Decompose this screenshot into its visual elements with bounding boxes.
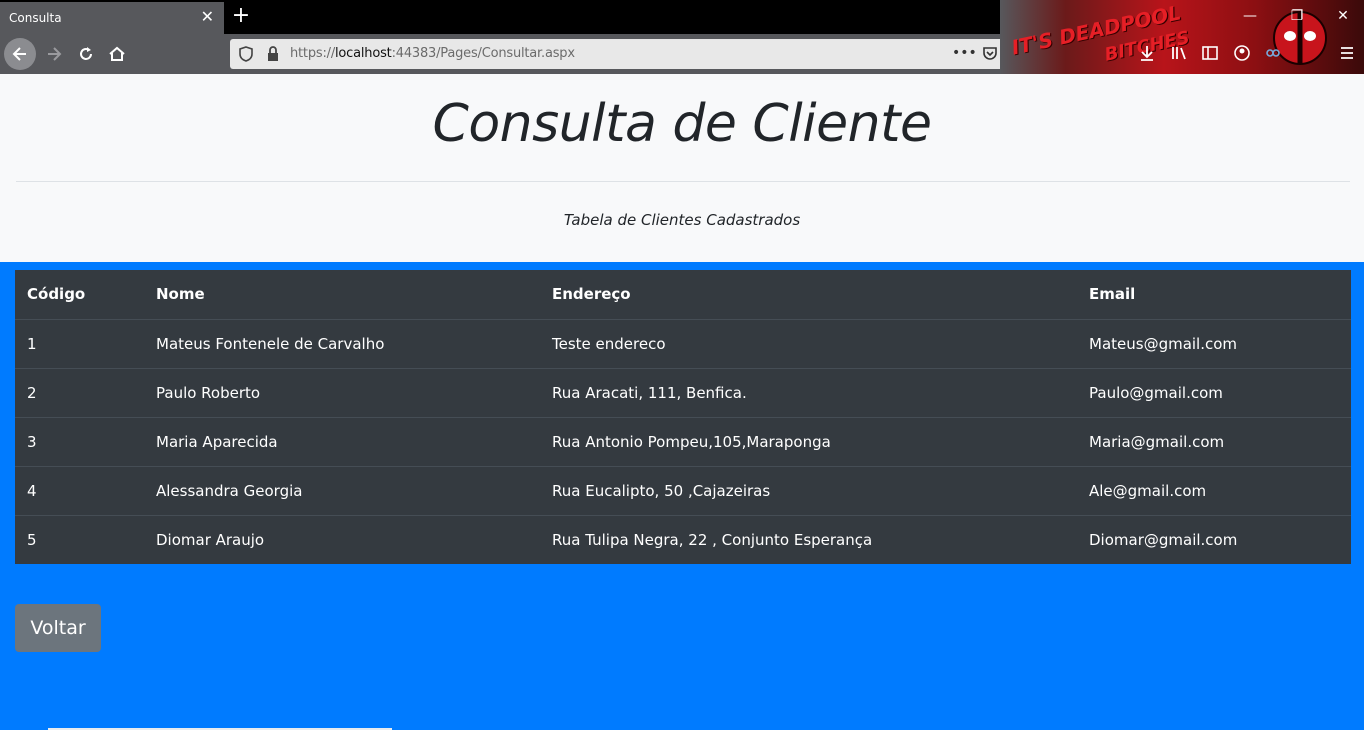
clients-table-container: Código Nome Endereço Email 1 Mateus Font… bbox=[15, 270, 1351, 564]
header-codigo: Código bbox=[15, 270, 144, 320]
cell-nome: Maria Aparecida bbox=[144, 416, 540, 466]
page-subtitle: Tabela de Clientes Cadastrados bbox=[563, 211, 801, 229]
reload-button[interactable] bbox=[70, 38, 102, 70]
page-actions-menu-icon[interactable]: ••• bbox=[952, 45, 977, 61]
cell-email: Paulo@gmail.com bbox=[1077, 367, 1351, 417]
restore-button[interactable]: ❐ bbox=[1285, 6, 1309, 26]
cell-email: Maria@gmail.com bbox=[1077, 416, 1351, 466]
pocket-icon[interactable] bbox=[982, 45, 998, 63]
shield-icon[interactable] bbox=[238, 45, 254, 63]
new-tab-button[interactable]: + bbox=[230, 3, 252, 29]
home-button[interactable] bbox=[101, 38, 133, 70]
table-row: 4 Alessandra Georgia Rua Eucalipto, 50 ,… bbox=[15, 465, 1351, 515]
minimize-button[interactable]: — bbox=[1238, 6, 1262, 26]
back-arrow-icon bbox=[12, 47, 26, 61]
browser-tab[interactable]: Consulta ✕ bbox=[0, 2, 224, 34]
close-window-button[interactable]: ✕ bbox=[1331, 6, 1355, 26]
page-content: Consulta de Cliente Tabela de Clientes C… bbox=[0, 74, 1364, 730]
url-prefix: https:// bbox=[290, 46, 335, 61]
tab-title: Consulta bbox=[9, 11, 62, 25]
cell-email: Ale@gmail.com bbox=[1077, 465, 1351, 515]
cell-endereco: Rua Eucalipto, 50 ,Cajazeiras bbox=[540, 465, 1077, 515]
home-icon bbox=[109, 46, 125, 61]
tab-close-icon[interactable]: ✕ bbox=[201, 8, 214, 26]
cell-endereco: Rua Aracati, 111, Benfica. bbox=[540, 367, 1077, 417]
cell-email: Mateus@gmail.com bbox=[1077, 318, 1351, 368]
cell-codigo: 2 bbox=[15, 367, 144, 417]
header-email: Email bbox=[1077, 270, 1351, 320]
downloads-icon[interactable] bbox=[1138, 44, 1156, 62]
cell-codigo: 5 bbox=[15, 514, 144, 564]
cell-nome: Alessandra Georgia bbox=[144, 465, 540, 515]
account-icon[interactable] bbox=[1233, 44, 1251, 62]
cell-codigo: 4 bbox=[15, 465, 144, 515]
url-host: localhost bbox=[335, 46, 392, 61]
table-row: 3 Maria Aparecida Rua Antonio Pompeu,105… bbox=[15, 416, 1351, 466]
hamburger-menu-icon[interactable] bbox=[1338, 44, 1356, 62]
extension-icon[interactable] bbox=[1264, 44, 1282, 62]
forward-button[interactable] bbox=[38, 38, 70, 70]
table-row: 1 Mateus Fontenele de Carvalho Teste end… bbox=[15, 318, 1351, 368]
table-row: 2 Paulo Roberto Rua Aracati, 111, Benfic… bbox=[15, 367, 1351, 417]
back-voltar-button[interactable]: Voltar bbox=[15, 604, 101, 652]
address-bar[interactable]: https://localhost:44383/Pages/Consultar.… bbox=[230, 39, 1032, 69]
url-path: :44383/Pages/Consultar.aspx bbox=[391, 46, 575, 61]
lock-icon[interactable] bbox=[266, 45, 280, 63]
cell-nome: Mateus Fontenele de Carvalho bbox=[144, 318, 540, 368]
cell-endereco: Teste endereco bbox=[540, 318, 1077, 368]
reload-icon bbox=[80, 47, 92, 60]
cell-nome: Paulo Roberto bbox=[144, 367, 540, 417]
header-nome: Nome bbox=[144, 270, 540, 320]
sidebar-icon[interactable] bbox=[1201, 44, 1219, 62]
library-icon[interactable] bbox=[1170, 44, 1188, 62]
cell-endereco: Rua Tulipa Negra, 22 , Conjunto Esperanç… bbox=[540, 514, 1077, 564]
page-title: Consulta de Cliente bbox=[432, 94, 932, 154]
url-text[interactable]: https://localhost:44383/Pages/Consultar.… bbox=[290, 46, 575, 61]
table-header-row: Código Nome Endereço Email bbox=[15, 270, 1351, 320]
back-button[interactable] bbox=[4, 38, 36, 70]
divider bbox=[16, 181, 1350, 182]
table-row: 5 Diomar Araujo Rua Tulipa Negra, 22 , C… bbox=[15, 514, 1351, 564]
forward-arrow-icon bbox=[48, 47, 62, 61]
clients-table: Código Nome Endereço Email 1 Mateus Font… bbox=[15, 270, 1351, 564]
cell-nome: Diomar Araujo bbox=[144, 514, 540, 564]
cell-email: Diomar@gmail.com bbox=[1077, 514, 1351, 564]
jumbotron: Consulta de Cliente Tabela de Clientes C… bbox=[0, 74, 1364, 262]
cell-endereco: Rua Antonio Pompeu,105,Maraponga bbox=[540, 416, 1077, 466]
header-endereco: Endereço bbox=[540, 270, 1077, 320]
browser-theme-banner: IT'S DEADPOOL BITCHES — ❐ ✕ bbox=[1000, 0, 1364, 74]
cell-codigo: 3 bbox=[15, 416, 144, 466]
cell-codigo: 1 bbox=[15, 318, 144, 368]
